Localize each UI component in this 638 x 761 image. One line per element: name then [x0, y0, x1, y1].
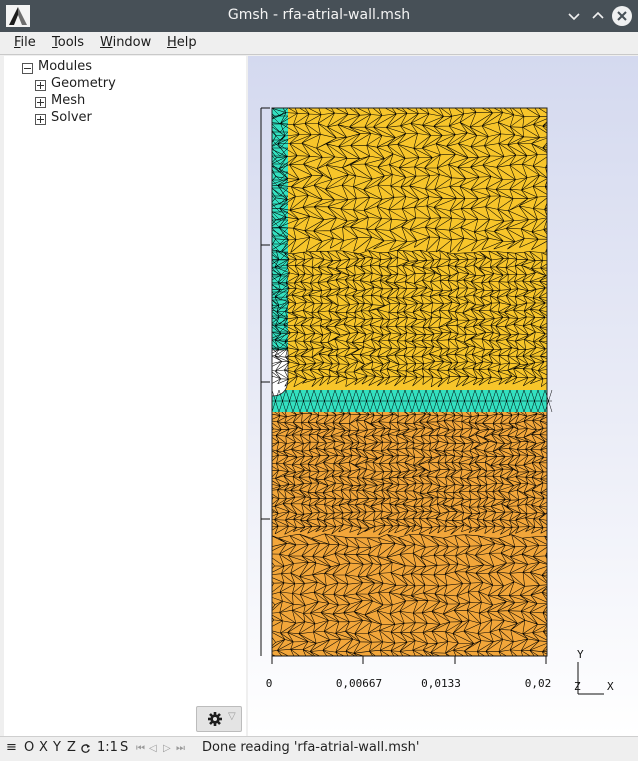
status-bar: ≡ O X Y Z 1:1 S ⏮ ◁ ▷ ⏭ Done reading 'rf… [0, 736, 638, 761]
x-tick-label: 0,00667 [336, 677, 382, 690]
triad-z-label: Z [574, 680, 581, 693]
collapse-icon[interactable] [22, 63, 33, 74]
triad-x-label: X [607, 680, 614, 693]
view-z-button[interactable]: Z [67, 740, 76, 755]
scale-button[interactable]: 1:1 [97, 740, 118, 755]
title-bar: Gmsh - rfa-atrial-wall.msh [0, 0, 638, 32]
mesh-view[interactable]: 0 0,00667 0,0133 0,02 Y Z X [248, 56, 638, 736]
menu-window[interactable]: Window [100, 35, 151, 50]
snapshot-s-button[interactable]: S [120, 740, 128, 755]
view-x-button[interactable]: X [39, 740, 48, 755]
rotate-icon[interactable] [80, 743, 91, 754]
play-icon[interactable]: ▷ [163, 743, 171, 754]
view-y-button[interactable]: Y [53, 740, 61, 755]
prev-step-icon[interactable]: ◁ [149, 743, 157, 754]
view-o-button[interactable]: O [24, 740, 34, 755]
x-tick-label: 0,02 [525, 677, 552, 690]
triad-y-label: Y [577, 648, 584, 661]
maximize-icon[interactable] [588, 6, 608, 26]
hamburger-menu-icon[interactable]: ≡ [6, 740, 17, 755]
expand-icon[interactable] [35, 97, 46, 108]
menu-help[interactable]: Help [167, 35, 197, 50]
menu-tools[interactable]: Tools [52, 35, 84, 50]
expand-icon[interactable] [35, 80, 46, 91]
gear-icon [208, 712, 222, 726]
x-tick-label: 0,0133 [421, 677, 461, 690]
menu-bar: File Tools Window Help [0, 32, 638, 55]
electrode-insulation-region [272, 108, 288, 351]
status-message: Done reading 'rfa-atrial-wall.msh' [202, 740, 420, 755]
x-tick-label: 0 [266, 677, 273, 690]
caret-down-icon: ▽ [228, 711, 236, 722]
minimize-icon[interactable] [564, 6, 584, 26]
expand-icon[interactable] [35, 114, 46, 125]
axes-triad: Y Z X [574, 648, 614, 695]
menu-file[interactable]: File [14, 35, 36, 50]
last-step-icon[interactable]: ⏭ [176, 743, 185, 754]
module-tree: Modules Geometry Mesh Solver [4, 56, 246, 736]
close-icon[interactable] [612, 6, 632, 26]
window-title: Gmsh - rfa-atrial-wall.msh [227, 7, 411, 23]
gear-menu-button[interactable]: ▽ [196, 706, 242, 732]
first-step-icon[interactable]: ⏮ [136, 743, 145, 754]
graphic-window[interactable]: 0 0,00667 0,0133 0,02 Y Z X [248, 56, 638, 736]
